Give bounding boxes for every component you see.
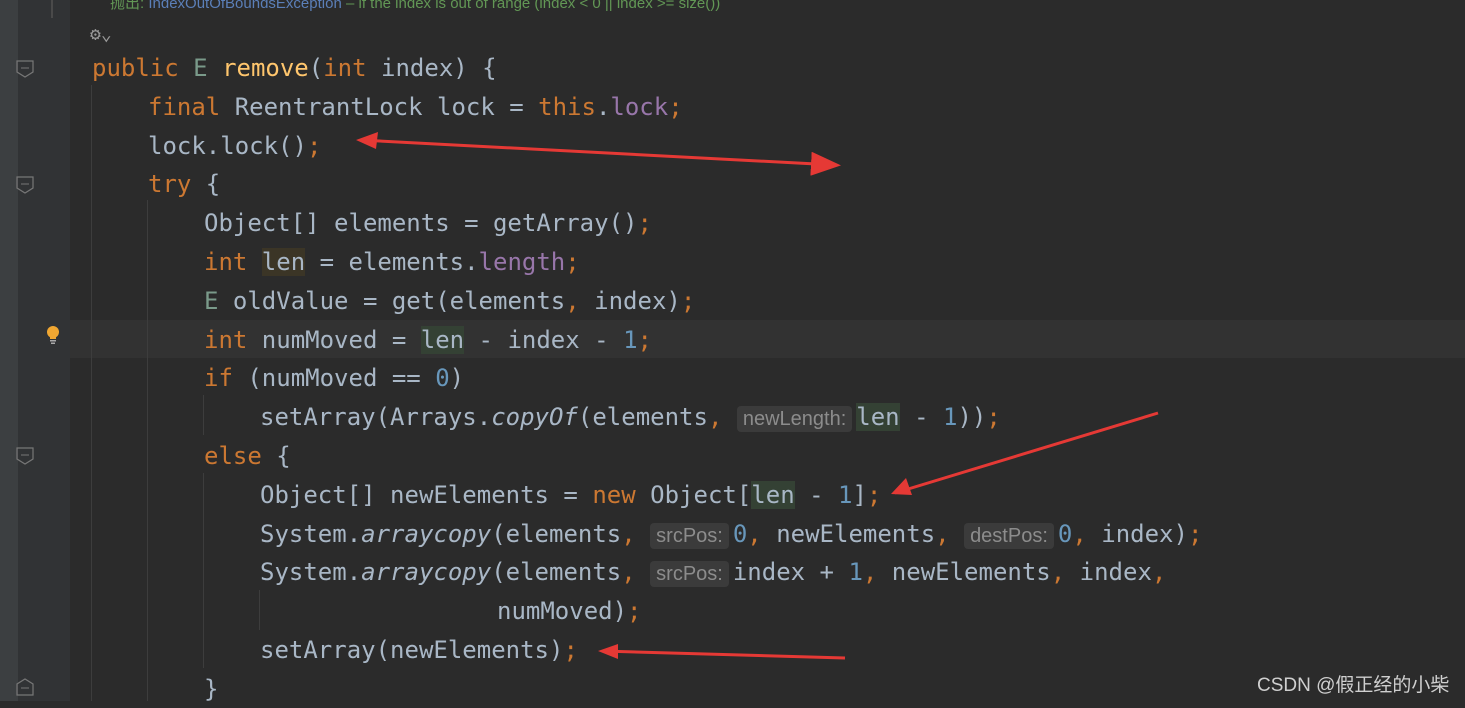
arrowhead <box>598 644 618 659</box>
arrowhead <box>891 478 912 495</box>
arrow-lock <box>359 138 841 176</box>
watermark: CSDN @假正经的小柴 <box>1257 675 1450 696</box>
annotation-arrows <box>356 132 1159 660</box>
arrowhead <box>356 132 378 149</box>
arrow-new-array <box>894 411 1159 495</box>
arrow-set-array <box>601 649 846 660</box>
